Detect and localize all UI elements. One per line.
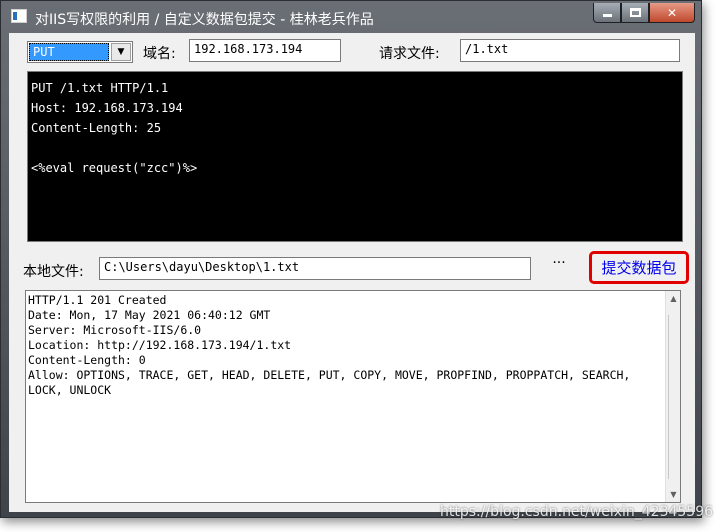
chevron-down-icon: ▼ bbox=[117, 47, 125, 57]
response-textarea[interactable]: HTTP/1.1 201 Created Date: Mon, 17 May 2… bbox=[25, 290, 681, 503]
close-button[interactable]: ✕ bbox=[649, 3, 695, 23]
vertical-scrollbar[interactable]: ▲ ▼ bbox=[665, 291, 680, 502]
scroll-track[interactable] bbox=[668, 315, 678, 479]
close-icon: ✕ bbox=[666, 5, 678, 20]
dropdown-button[interactable]: ▼ bbox=[111, 43, 131, 61]
request-file-label: 请求文件: bbox=[379, 46, 440, 62]
window-controls: ✕ bbox=[593, 3, 695, 23]
main-panel: PUT ▼ 域名: 192.168.173.194 请求文件: /1.txt P… bbox=[9, 33, 695, 512]
watermark: https://blog.csdn.net/weixin_42345596 bbox=[440, 504, 714, 520]
local-file-label: 本地文件: bbox=[23, 264, 84, 280]
title-bar[interactable]: 对IIS写权限的利用 / 自定义数据包提交 - 桂林老兵作品 ✕ bbox=[1, 1, 701, 33]
app-icon bbox=[11, 9, 27, 23]
response-text: HTTP/1.1 201 Created Date: Mon, 17 May 2… bbox=[28, 293, 631, 397]
minimize-button[interactable] bbox=[593, 3, 621, 23]
domain-label: 域名: bbox=[143, 46, 176, 62]
scroll-down-icon[interactable]: ▼ bbox=[666, 487, 681, 502]
method-value: PUT bbox=[29, 43, 109, 61]
maximize-icon bbox=[629, 8, 641, 17]
method-select[interactable]: PUT ▼ bbox=[27, 41, 133, 63]
request-file-input[interactable]: /1.txt bbox=[460, 39, 680, 62]
request-body-textarea[interactable]: PUT /1.txt HTTP/1.1 Host: 192.168.173.19… bbox=[27, 71, 683, 242]
app-window: 对IIS写权限的利用 / 自定义数据包提交 - 桂林老兵作品 ✕ PUT ▼ 域… bbox=[0, 0, 702, 518]
maximize-button[interactable] bbox=[621, 3, 649, 23]
submit-packet-button[interactable]: 提交数据包 bbox=[589, 251, 689, 284]
browse-button[interactable]: ··· bbox=[549, 256, 569, 275]
local-file-input[interactable]: C:\Users\dayu\Desktop\1.txt bbox=[99, 257, 531, 280]
minimize-icon bbox=[602, 14, 612, 17]
domain-input[interactable]: 192.168.173.194 bbox=[189, 39, 341, 62]
window-title: 对IIS写权限的利用 / 自定义数据包提交 - 桂林老兵作品 bbox=[35, 12, 374, 28]
scroll-up-icon[interactable]: ▲ bbox=[666, 291, 681, 306]
